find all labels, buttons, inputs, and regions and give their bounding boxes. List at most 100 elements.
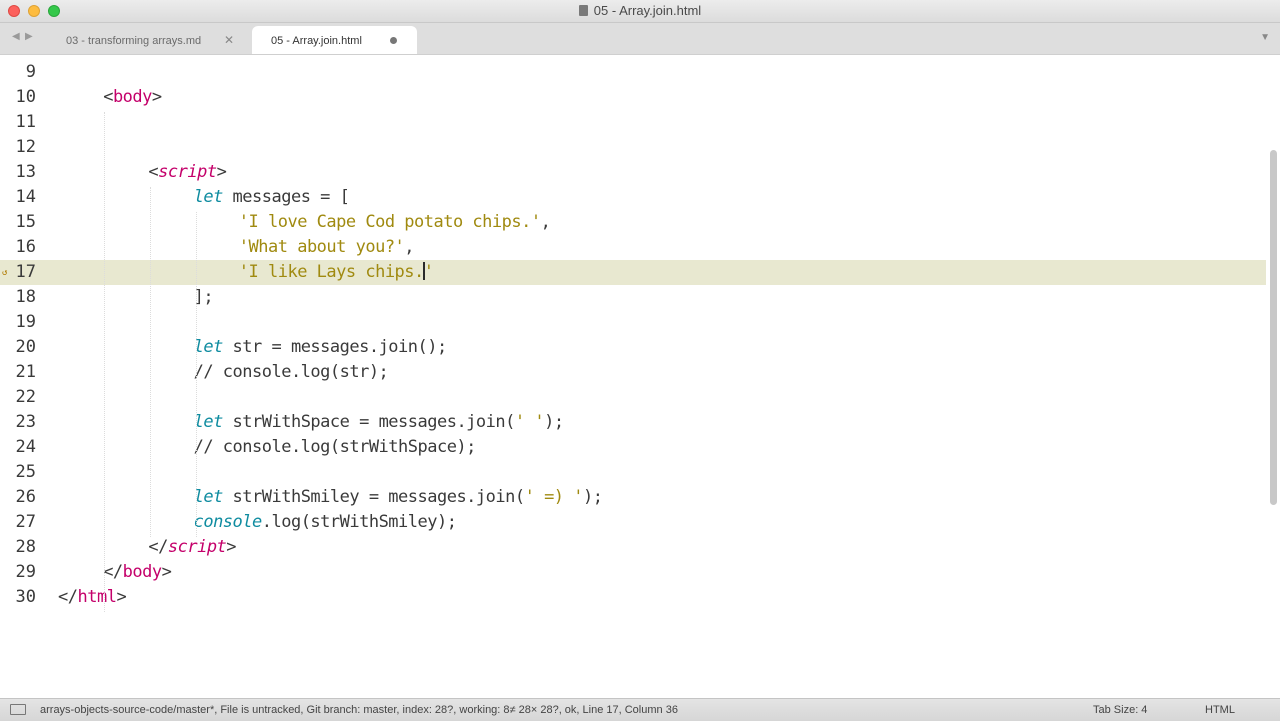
code-line[interactable]: 28 </script> xyxy=(0,535,1266,560)
syntax-selector[interactable]: HTML xyxy=(1205,704,1235,716)
tab-label: 05 - Array.join.html xyxy=(271,35,362,47)
code-text: let str = messages.join(); xyxy=(193,335,448,360)
unsaved-dot-icon[interactable] xyxy=(390,37,397,44)
code-token: console xyxy=(193,512,263,532)
code-token: </ xyxy=(148,537,168,557)
code-line[interactable]: 11 xyxy=(0,110,1266,135)
line-number: 14 xyxy=(15,187,36,207)
code-token: > xyxy=(216,162,227,182)
git-modified-marker-icon: ↺ xyxy=(2,268,8,278)
code-line[interactable]: 22 xyxy=(0,385,1266,410)
line-number: 9 xyxy=(25,62,36,82)
indent-guide xyxy=(104,112,105,612)
indent-guide xyxy=(150,187,151,537)
tab-label: 03 - transforming arrays.md xyxy=(66,35,202,47)
chevron-down-icon[interactable]: ▼ xyxy=(1260,32,1270,43)
code-token: 'What about you?' xyxy=(238,237,405,257)
line-number: 21 xyxy=(15,362,36,382)
code-token: > xyxy=(226,537,237,557)
code-token: strWithSmiley = messages.join( xyxy=(222,487,526,507)
tab-transforming-arrays[interactable]: 03 - transforming arrays.md ✕ xyxy=(40,26,250,54)
code-line[interactable]: 26 let strWithSmiley = messages.join(' =)… xyxy=(0,485,1266,510)
code-token: ); xyxy=(583,487,603,507)
code-token: let xyxy=(193,487,224,507)
code-text: </body> xyxy=(103,560,172,585)
indent-guide xyxy=(196,212,197,537)
code-token: > xyxy=(151,87,162,107)
code-token: let xyxy=(193,187,224,207)
code-line[interactable]: 24 // console.log(strWithSpace); xyxy=(0,435,1266,460)
status-bar: arrays-objects-source-code/master*, File… xyxy=(0,698,1280,721)
code-token: // console.log(str); xyxy=(193,362,389,382)
tab-bar: ◀ ▶ 03 - transforming arrays.md ✕ 05 - A… xyxy=(0,23,1280,55)
document-icon xyxy=(578,5,588,16)
line-number: 13 xyxy=(15,162,36,182)
code-text: let strWithSpace = messages.join(' '); xyxy=(194,410,564,435)
close-icon[interactable]: ✕ xyxy=(224,33,234,47)
code-editor[interactable]: 30 </html> 29 </body> 28 </script> 27 console.l… xyxy=(0,55,1280,698)
status-info: arrays-objects-source-code/master*, File… xyxy=(40,704,678,716)
code-line[interactable]: 30 </html> xyxy=(0,585,1266,610)
code-line[interactable]: 13 <script> xyxy=(0,160,1266,185)
code-line[interactable]: 20 let str = messages.join(); xyxy=(0,335,1266,360)
code-text: let messages = [ xyxy=(194,185,350,210)
line-number: 22 xyxy=(15,387,36,407)
code-text: 'I like Lays chips.' xyxy=(239,260,434,285)
code-token: , xyxy=(404,237,415,257)
code-text: 'What about you?', xyxy=(238,235,415,260)
code-line[interactable]: 17 ↺ 'I like Lays chips.' xyxy=(0,260,1266,285)
forward-arrow-icon[interactable]: ▶ xyxy=(25,31,33,42)
tab-array-join[interactable]: 05 - Array.join.html xyxy=(252,26,417,54)
code-token: ' ' xyxy=(514,412,545,432)
code-token: body xyxy=(112,87,152,107)
line-number: 23 xyxy=(15,412,36,432)
code-line[interactable]: 15 'I love Cape Cod potato chips.', xyxy=(0,210,1266,235)
window-title-text: 05 - Array.join.html xyxy=(593,3,702,18)
vertical-scrollbar[interactable] xyxy=(1270,150,1277,505)
line-number: 30 xyxy=(15,587,36,607)
code-line[interactable]: 25 xyxy=(0,460,1266,485)
tab-size-selector[interactable]: Tab Size: 4 xyxy=(1093,704,1147,716)
code-token: html xyxy=(77,587,117,607)
code-line[interactable]: 27 console.log(strWithSmiley); xyxy=(0,510,1266,535)
code-line[interactable]: 18]; xyxy=(0,285,1266,310)
line-number: 11 xyxy=(15,112,36,132)
code-text: </script> xyxy=(148,535,236,560)
panel-toggle-icon[interactable] xyxy=(10,704,26,715)
code-line[interactable]: 16 'What about you?', xyxy=(0,235,1266,260)
code-token: messages = [ xyxy=(222,187,350,207)
code-line[interactable]: 10 <body> xyxy=(0,85,1266,110)
code-line[interactable]: 14 let messages = [ xyxy=(0,185,1266,210)
code-token: 'I love Cape Cod potato chips.' xyxy=(238,212,541,232)
code-token: body xyxy=(122,562,162,582)
code-line[interactable]: 12 xyxy=(0,135,1266,160)
code-token: .log(strWithSmiley); xyxy=(261,512,457,532)
code-token: script xyxy=(167,537,227,557)
code-text: <script> xyxy=(148,160,226,185)
line-number: 10 xyxy=(15,87,36,107)
code-line[interactable]: 29 </body> xyxy=(0,560,1266,585)
code-token: strWithSpace = messages.join( xyxy=(222,412,516,432)
code-token: </ xyxy=(58,587,78,607)
code-text: <body> xyxy=(103,85,162,110)
code-line[interactable]: 21 // console.log(str); xyxy=(0,360,1266,385)
back-arrow-icon[interactable]: ◀ xyxy=(12,31,20,42)
code-text: // console.log(strWithSpace); xyxy=(194,435,477,460)
code-token: let xyxy=(193,337,224,357)
code-token: > xyxy=(116,587,127,607)
code-token: ' xyxy=(423,262,434,282)
code-line[interactable]: 23 let strWithSpace = messages.join(' '); xyxy=(0,410,1266,435)
code-token: 'I like Lays chips. xyxy=(238,262,424,282)
line-number: 28 xyxy=(15,537,36,557)
code-token: ' =) ' xyxy=(524,487,584,507)
code-line[interactable]: 9 xyxy=(0,60,1266,85)
window-title: 05 - Array.join.html xyxy=(0,3,1280,18)
code-line[interactable]: 19 xyxy=(0,310,1266,335)
code-token: < xyxy=(148,162,159,182)
line-number: 26 xyxy=(15,487,36,507)
line-number: 20 xyxy=(15,337,36,357)
line-number: 18 xyxy=(15,287,36,307)
title-bar: 05 - Array.join.html xyxy=(0,0,1280,23)
code-token: < xyxy=(103,87,113,107)
line-number: 24 xyxy=(15,437,36,457)
